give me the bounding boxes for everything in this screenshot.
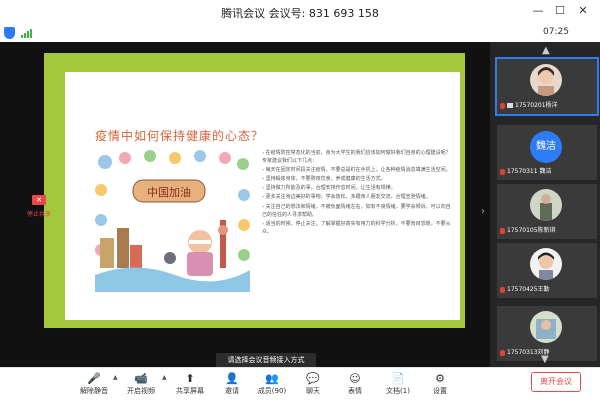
members-icon: 👥 (265, 372, 279, 385)
document-icon: 📄 (391, 372, 405, 385)
participant-name: 17570105陈新琪 (507, 227, 556, 234)
share-screen-icon: ⬆ (185, 372, 195, 385)
emoji-icon: ☺ (349, 372, 361, 385)
documents-label: 文档(1) (386, 387, 410, 395)
slide-paragraph: 更多关注身边美好的事物，学会放松，多跟亲人朋友交流，合理宣泄情绪。 (262, 193, 452, 201)
chevron-up-icon[interactable]: ▲ (542, 45, 550, 56)
mic-muted-icon (500, 286, 505, 293)
participant-tile[interactable]: 17570313刘静 (497, 306, 597, 361)
participant-name: 17570425王勤 (507, 286, 550, 293)
invite-icon: 👤 (225, 372, 239, 385)
participant-name: 17570311 魏洁 (507, 168, 552, 175)
settings-label: 设置 (433, 387, 447, 395)
members-button[interactable]: 👥 成员(90) (250, 371, 294, 400)
shield-icon[interactable] (4, 27, 15, 39)
share-screen-button[interactable]: ▲ ⬆ 共享屏幕 (162, 371, 212, 400)
participant-name-bar: 17570201杨洋 (497, 100, 597, 112)
slide-paragraph: 每天在固定时间段关注疫情，不要总是盯在手机上，让各种疫情消息填满生活空间。 (262, 166, 452, 174)
slide-paragraph: 在疫情防控常态化的当前，身为大学生的我们应该如何做好我们自身的心理建设呢？专家建… (262, 149, 452, 165)
invite-label: 邀请 (225, 387, 239, 395)
slide-title: 疫情中如何保持健康的心态？ (95, 129, 265, 143)
mic-muted-icon (500, 349, 505, 356)
slide-paragraph: 适当的时候，停止关注，了解掌握好真实有用力的科学分析，不要盲目恐慌，不要从众。 (262, 220, 452, 236)
slide-paragraph: 坚持锻炼身体，不要熬夜饮食，养成健康的生活方式。 (262, 175, 452, 183)
slide-paragraph: 关注自己的想法和情绪，不被负面情绪左右，如有不良情绪，要学会倾诉，可以向自己的信… (262, 203, 452, 219)
chevron-down-icon[interactable]: ▼ (541, 354, 549, 365)
stop-share-icon: ✕ (32, 195, 46, 205)
settings-button[interactable]: ⚙ 设置 (418, 371, 462, 400)
unmute-label: 解除静音 (80, 387, 108, 395)
emoji-label: 表情 (348, 387, 362, 395)
avatar (530, 311, 562, 343)
emoji-button[interactable]: ☺ 表情 (333, 371, 377, 400)
mic-muted-icon: 🎤 (87, 372, 101, 385)
participant-tile[interactable]: 17570425王勤 (497, 243, 597, 298)
participant-tile[interactable]: 魏洁 17570311 魏洁 (497, 125, 597, 180)
stop-share-label: 停止共享 (26, 211, 51, 218)
unmute-button[interactable]: 🎤 解除静音 (72, 371, 116, 400)
slide-text: 在疫情防控常态化的当前，身为大学生的我们应该如何做好我们自身的心理建设呢？专家建… (262, 149, 452, 237)
mic-muted-icon (500, 102, 505, 109)
maximize-button[interactable]: ☐ (552, 3, 568, 19)
gear-icon: ⚙ (435, 372, 445, 385)
avatar: 魏洁 (530, 131, 562, 163)
close-button[interactable]: ✕ (575, 3, 591, 19)
participant-tile[interactable]: 17570201杨洋 (495, 57, 599, 116)
leave-meeting-button[interactable]: 离开会议 (531, 372, 581, 392)
chat-label: 聊天 (306, 387, 320, 395)
title-bar: 腾讯会议 会议号: 831 693 158 — ☐ ✕ (0, 0, 600, 24)
avatar (530, 189, 562, 221)
chat-button[interactable]: 💬 聊天 (291, 371, 335, 400)
camera-off-icon: 📹 (134, 372, 148, 385)
audio-tooltip: 请选择会议音频接入方式 (216, 353, 316, 368)
mic-muted-icon (500, 227, 505, 234)
chat-icon: 💬 (306, 372, 320, 385)
documents-button[interactable]: 📄 文档(1) (376, 371, 420, 400)
meeting-timer: 07:25 (543, 27, 569, 37)
mic-muted-icon (500, 168, 505, 175)
avatar (530, 248, 562, 280)
signal-icon[interactable] (21, 28, 33, 38)
participant-name-bar: 17570425王勤 (497, 284, 597, 296)
participant-name-bar: 17570105陈新琪 (497, 225, 597, 237)
start-video-label: 开启视频 (127, 387, 155, 395)
window-title: 腾讯会议 会议号: 831 693 158 (221, 7, 379, 20)
stop-share-button[interactable]: ✕ 停止共享 (20, 195, 58, 221)
invite-button[interactable]: 👤 邀请 (210, 371, 254, 400)
avatar (530, 64, 562, 96)
slide-illustration: 中国加油 (95, 150, 250, 292)
participant-tile[interactable]: 17570105陈新琪 (497, 184, 597, 239)
members-label: 成员(90) (257, 387, 287, 395)
start-video-button[interactable]: ▲ 📹 开启视频 (113, 371, 163, 400)
slide-paragraph: 坚持做力所能及的事，合理安排作息时间，让生活有规律。 (262, 184, 452, 192)
participant-name-bar: 17570311 魏洁 (497, 166, 597, 178)
illustration-caption: 中国加油 (147, 185, 191, 199)
chevron-right-icon[interactable]: › (481, 206, 485, 217)
share-screen-label: 共享屏幕 (176, 387, 204, 395)
caret-up-icon[interactable]: ▲ (113, 374, 118, 381)
status-bar: 07:25 (0, 24, 600, 42)
caret-up-icon[interactable]: ▲ (162, 374, 167, 381)
minimize-button[interactable]: — (530, 3, 546, 19)
camera-icon (507, 103, 513, 108)
meeting-toolbar: 🎤 解除静音 ▲ 📹 开启视频 ▲ ⬆ 共享屏幕 👤 邀请 👥 成员(90) 💬… (0, 367, 600, 400)
participant-name: 17570201杨洋 (515, 102, 558, 109)
